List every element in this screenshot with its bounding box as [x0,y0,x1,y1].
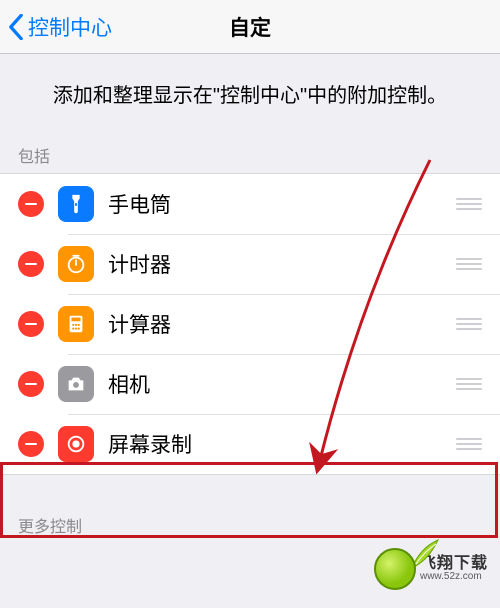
camera-icon [58,366,94,402]
remove-button[interactable] [18,191,44,217]
section-included-label: 包括 [0,135,500,173]
back-label: 控制中心 [28,12,112,42]
drag-handle-icon[interactable] [456,258,482,270]
wing-icon [410,538,440,572]
row-label: 相机 [108,369,456,399]
drag-handle-icon[interactable] [456,438,482,450]
row-calculator[interactable]: 计算器 [0,294,500,354]
navbar: 控制中心 自定 [0,0,500,54]
row-label: 手电筒 [108,189,456,219]
watermark: 飞翔下载 www.52z.com [374,548,488,590]
drag-handle-icon[interactable] [456,378,482,390]
flashlight-icon [58,186,94,222]
watermark-url: www.52z.com [420,572,482,582]
row-label: 屏幕录制 [108,429,456,459]
remove-button[interactable] [18,251,44,277]
included-list: 手电筒 计时器 计算器 相机 屏幕录制 [0,173,500,475]
remove-button[interactable] [18,431,44,457]
row-label: 计时器 [108,249,456,279]
row-timer[interactable]: 计时器 [0,234,500,294]
row-camera[interactable]: 相机 [0,354,500,414]
drag-handle-icon[interactable] [456,318,482,330]
logo-circle-icon [374,548,416,590]
row-label: 计算器 [108,309,456,339]
remove-button[interactable] [18,311,44,337]
row-flashlight[interactable]: 手电筒 [0,174,500,234]
back-button[interactable]: 控制中心 [0,12,112,42]
section-more-label: 更多控制 [0,505,500,543]
screen-recording-icon [58,426,94,462]
row-screen-recording[interactable]: 屏幕录制 [0,414,500,474]
remove-button[interactable] [18,371,44,397]
chevron-left-icon [8,14,24,40]
watermark-name: 飞翔下载 [420,556,488,572]
timer-icon [58,246,94,282]
calculator-icon [58,306,94,342]
drag-handle-icon[interactable] [456,198,482,210]
description-text: 添加和整理显示在"控制中心"中的附加控制。 [0,54,500,135]
